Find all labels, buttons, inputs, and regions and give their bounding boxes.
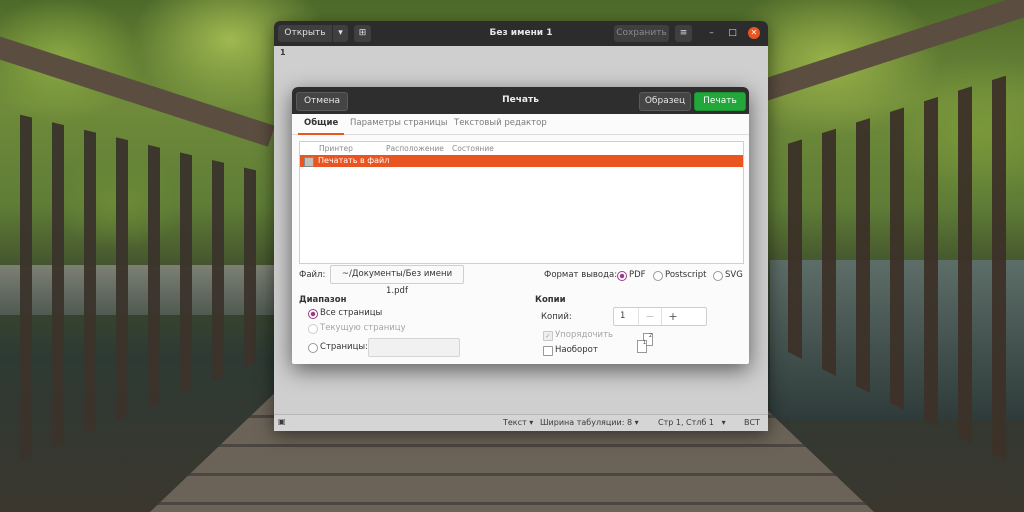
reverse-label[interactable]: Наоборот: [555, 345, 598, 355]
column-location[interactable]: Расположение: [386, 144, 444, 153]
format-svg-radio[interactable]: [713, 271, 723, 281]
status-bar: ▣ Текст ▾ Ширина табуляции: 8 ▾ Стр 1, С…: [274, 414, 768, 431]
window-title: Без имени 1: [489, 28, 553, 38]
format-pdf-label[interactable]: PDF: [629, 270, 646, 280]
format-postscript-radio[interactable]: [653, 271, 663, 281]
tab-text-editor[interactable]: Текстовый редактор: [454, 118, 547, 128]
range-heading: Диапазон: [299, 295, 347, 305]
tab-general[interactable]: Общие: [297, 118, 345, 135]
copies-increment-button[interactable]: +: [661, 308, 684, 325]
printer-row-print-to-file[interactable]: Печатать в файл: [300, 155, 743, 167]
tab-width-selector[interactable]: Ширина табуляции: 8 ▾: [540, 418, 639, 427]
cursor-position-selector[interactable]: Стр 1, Стлб 1 ▾: [658, 418, 726, 427]
collate-preview-page-1: 1: [637, 340, 647, 353]
current-page-label: Текущую страницу: [320, 323, 406, 333]
printer-list[interactable]: Принтер Расположение Состояние Печатать …: [299, 141, 744, 264]
printer-name: Печатать в файл: [318, 156, 390, 165]
minimize-icon[interactable]: –: [706, 28, 717, 39]
copies-decrement-button: −: [638, 308, 661, 325]
pages-label[interactable]: Страницы:: [320, 342, 368, 352]
print-dialog-headerbar: Отмена Печать Образец Печать: [292, 87, 749, 114]
editor-headerbar: Открыть ▾ ⊞ Без имени 1 Сохранить ≡ – □ …: [274, 21, 768, 46]
copies-label: Копий:: [541, 312, 572, 322]
reverse-checkbox[interactable]: [543, 346, 553, 356]
insert-mode-indicator: ВСТ: [744, 418, 760, 427]
pages-input[interactable]: [368, 338, 460, 357]
line-number: 1: [280, 48, 286, 57]
copies-spinbutton[interactable]: 1 − +: [613, 307, 707, 326]
format-postscript-label[interactable]: Postscript: [665, 270, 706, 280]
copies-heading: Копии: [535, 295, 566, 305]
close-icon[interactable]: ✕: [748, 27, 760, 39]
collate-checkbox: ✓: [543, 331, 553, 341]
column-printer[interactable]: Принтер: [319, 144, 353, 153]
current-page-radio: [308, 324, 318, 334]
printer-icon: [304, 157, 314, 167]
all-pages-label[interactable]: Все страницы: [320, 308, 382, 318]
maximize-icon[interactable]: □: [727, 28, 738, 39]
output-format-label: Формат вывода:: [544, 270, 618, 280]
print-button[interactable]: Печать: [694, 92, 746, 111]
syntax-selector[interactable]: Текст ▾: [503, 418, 533, 427]
pages-radio[interactable]: [308, 343, 318, 353]
collate-label: Упорядочить: [555, 330, 614, 340]
copies-value[interactable]: 1: [620, 311, 625, 321]
print-dialog: Отмена Печать Образец Печать Общие Парам…: [292, 87, 749, 364]
file-label: Файл:: [299, 270, 326, 280]
tab-page-setup[interactable]: Параметры страницы: [350, 118, 447, 128]
document-icon: ▣: [278, 417, 286, 426]
print-dialog-tabs: Общие Параметры страницы Текстовый редак…: [292, 114, 749, 135]
hamburger-menu-icon[interactable]: ≡: [675, 25, 692, 42]
save-button[interactable]: Сохранить: [614, 25, 669, 42]
format-pdf-radio[interactable]: [617, 271, 627, 281]
preview-button[interactable]: Образец: [639, 92, 691, 111]
file-chooser-button[interactable]: ~/Документы/Без имени 1.pdf: [330, 265, 464, 296]
column-status[interactable]: Состояние: [452, 144, 494, 153]
printer-list-header: Принтер Расположение Состояние: [300, 142, 743, 154]
all-pages-radio[interactable]: [308, 309, 318, 319]
format-svg-label[interactable]: SVG: [725, 270, 743, 280]
